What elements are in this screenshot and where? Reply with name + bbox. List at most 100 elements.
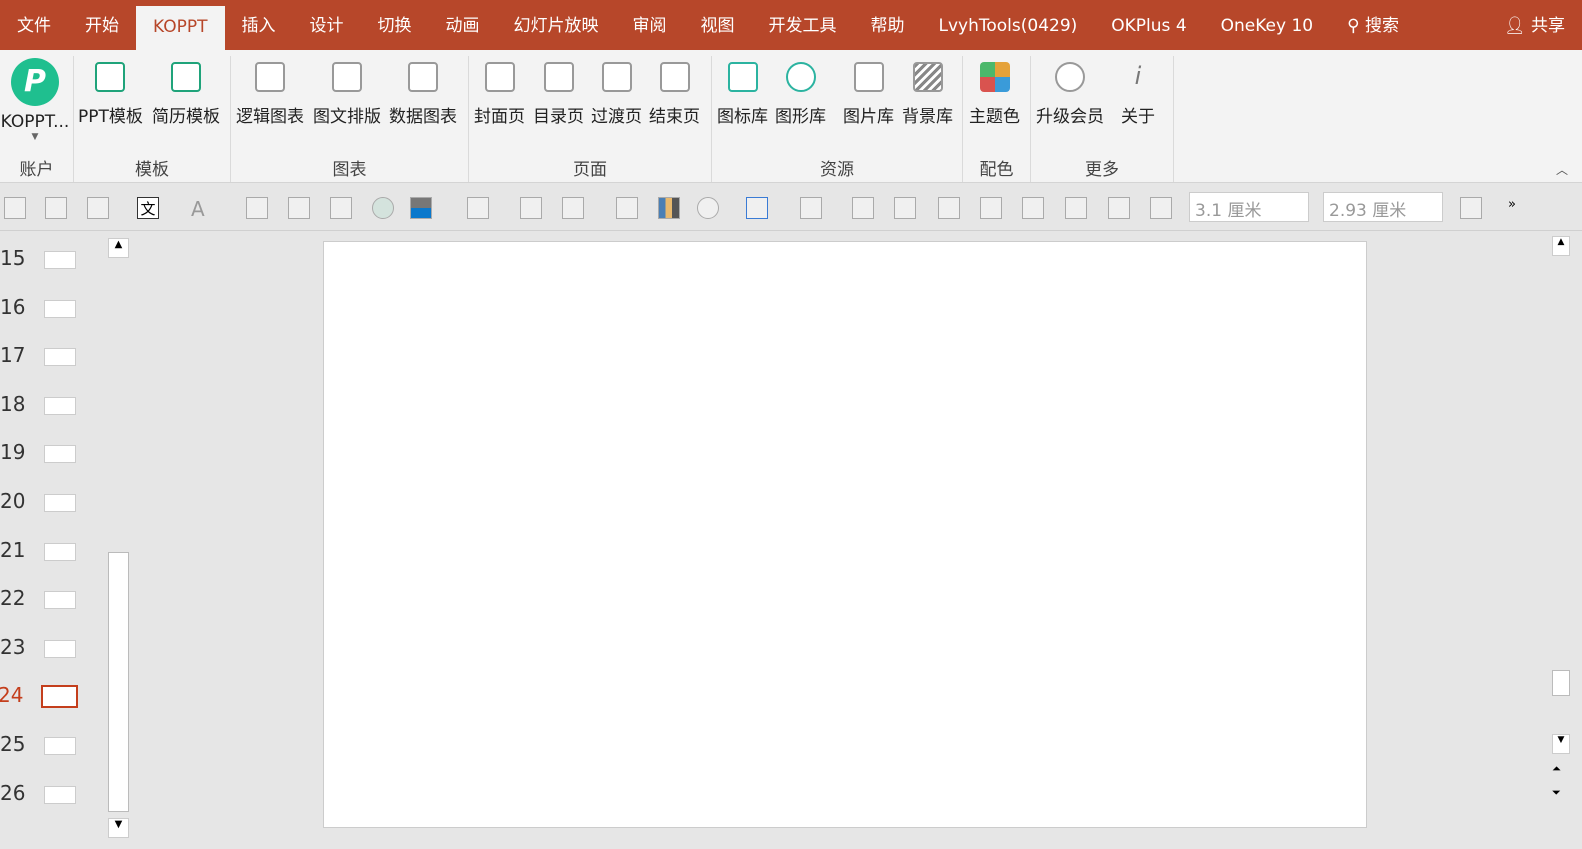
editor-scrollbar[interactable]: ▲ ▼ ⏶ ⏷ bbox=[1552, 236, 1572, 806]
slide-canvas[interactable] bbox=[323, 241, 1367, 828]
ppt-template-button[interactable]: PPT模板 bbox=[78, 62, 143, 127]
crop-icon[interactable] bbox=[330, 197, 352, 219]
koppt-account-button[interactable]: P KOPPT... ▼ bbox=[0, 58, 70, 142]
thumbnail-scrollbar[interactable]: ▲ ▼ bbox=[106, 236, 131, 840]
edit-shape-icon[interactable] bbox=[746, 197, 768, 219]
slide-thumbnail[interactable] bbox=[44, 251, 76, 269]
align-top-icon[interactable] bbox=[1108, 197, 1130, 219]
cover-icon bbox=[484, 62, 515, 92]
search-icon: ⚲ bbox=[1347, 16, 1365, 36]
scroll-down-button[interactable]: ▼ bbox=[108, 818, 129, 838]
layout-button[interactable]: 图文排版 bbox=[313, 62, 381, 127]
paint-bucket-icon[interactable] bbox=[467, 197, 489, 219]
tab-file[interactable]: 文件 bbox=[0, 0, 68, 50]
tab-design[interactable]: 设计 bbox=[293, 0, 361, 50]
slide-thumbnail[interactable] bbox=[44, 785, 76, 804]
slide-thumbnail[interactable] bbox=[44, 737, 76, 755]
logic-chart-button[interactable]: 逻辑图表 bbox=[236, 62, 304, 127]
eyedropper-fill-icon[interactable] bbox=[520, 197, 542, 219]
tab-insert[interactable]: 插入 bbox=[225, 0, 293, 50]
slide-thumbnail[interactable] bbox=[44, 639, 76, 658]
scroll-down-button[interactable]: ▼ bbox=[1552, 734, 1570, 754]
tab-help[interactable]: 帮助 bbox=[854, 0, 922, 50]
ribbon: P KOPPT... ▼ 账户 PPT模板 简历模板 模板 逻辑图表 图文排版 数… bbox=[0, 50, 1582, 183]
text-direction-icon[interactable]: 文 bbox=[137, 197, 159, 219]
scroll-up-button[interactable]: ▲ bbox=[108, 238, 129, 258]
vip-user-icon bbox=[1055, 62, 1085, 92]
slide-number: 18 bbox=[0, 391, 26, 416]
tab-developer[interactable]: 开发工具 bbox=[752, 0, 854, 50]
scroll-thumb[interactable] bbox=[1552, 670, 1570, 696]
align-left-icon[interactable] bbox=[938, 197, 960, 219]
chart-icon[interactable] bbox=[658, 197, 680, 219]
bring-forward-icon[interactable] bbox=[852, 197, 874, 219]
tab-koppt[interactable]: KOPPT bbox=[136, 6, 225, 50]
next-slide-icon[interactable]: ⏷ bbox=[1552, 786, 1561, 800]
eyedropper-line-icon[interactable] bbox=[616, 197, 638, 219]
height-input[interactable]: 2.93 厘米 bbox=[1323, 192, 1443, 222]
tab-view[interactable]: 视图 bbox=[684, 0, 752, 50]
slide-thumbnail[interactable] bbox=[44, 445, 76, 464]
distribute-horizontal-icon[interactable] bbox=[1022, 197, 1044, 219]
background-library-button[interactable]: 背景库 bbox=[902, 62, 953, 127]
more-overflow-icon[interactable]: » bbox=[1508, 197, 1516, 212]
slide-number: 26 bbox=[0, 780, 26, 805]
tab-animations[interactable]: 动画 bbox=[429, 0, 497, 50]
collapse-ribbon-icon[interactable]: ︿ bbox=[1556, 161, 1568, 178]
eyedropper-icon[interactable] bbox=[246, 197, 268, 219]
slide-number: 25 bbox=[0, 732, 26, 756]
slide-thumbnail[interactable] bbox=[44, 348, 76, 367]
merge-shapes-icon[interactable] bbox=[697, 197, 719, 219]
image-library-button[interactable]: 图片库 bbox=[843, 62, 894, 127]
size-dialog-icon[interactable] bbox=[1460, 197, 1482, 219]
align-right-icon[interactable] bbox=[980, 197, 1002, 219]
align-middle-icon[interactable] bbox=[45, 197, 67, 219]
upgrade-vip-button[interactable]: 升级会员 bbox=[1036, 62, 1104, 127]
fill-color-icon[interactable] bbox=[410, 197, 432, 219]
change-picture-icon[interactable] bbox=[288, 197, 310, 219]
icon-library-button[interactable]: 图标库 bbox=[717, 62, 768, 127]
data-chart-button[interactable]: 数据图表 bbox=[389, 62, 457, 127]
slide-thumbnail[interactable] bbox=[44, 299, 76, 318]
share-button[interactable]: 👤︎ 共享 bbox=[1487, 0, 1582, 50]
shape-library-button[interactable]: 图形库 bbox=[775, 62, 826, 127]
send-backward-icon[interactable] bbox=[894, 197, 916, 219]
tab-home[interactable]: 开始 bbox=[68, 0, 136, 50]
slide-thumbnail[interactable] bbox=[44, 542, 76, 561]
tab-onekey[interactable]: OneKey 10 bbox=[1204, 0, 1330, 50]
about-button[interactable]: i 关于 bbox=[1121, 62, 1155, 127]
distribute-vertical-icon[interactable] bbox=[1065, 197, 1087, 219]
slide-thumbnail[interactable] bbox=[44, 396, 76, 415]
tab-review[interactable]: 审阅 bbox=[616, 0, 684, 50]
tab-okplus[interactable]: OKPlus 4 bbox=[1094, 0, 1203, 50]
theme-color-button[interactable]: 主题色 bbox=[969, 62, 1020, 127]
search-button[interactable]: ⚲ 搜索 bbox=[1330, 0, 1416, 50]
end-page-button[interactable]: 结束页 bbox=[649, 62, 700, 127]
font-color-icon[interactable]: A bbox=[191, 197, 213, 221]
tab-slideshow[interactable]: 幻灯片放映 bbox=[497, 0, 616, 50]
tab-transitions[interactable]: 切换 bbox=[361, 0, 429, 50]
resume-template-button[interactable]: 简历模板 bbox=[152, 62, 220, 127]
picture-icon bbox=[853, 62, 884, 92]
slide-thumbnail[interactable] bbox=[44, 494, 76, 512]
ppt-file-icon bbox=[95, 62, 126, 92]
ellipse-icon[interactable] bbox=[372, 197, 394, 219]
tab-lvyhtools[interactable]: LvyhTools(0429) bbox=[922, 0, 1095, 50]
width-input[interactable]: 3.1 厘米 bbox=[1189, 192, 1309, 222]
group-chart: 逻辑图表 图文排版 数据图表 图表 bbox=[231, 56, 469, 182]
align-center-icon[interactable] bbox=[4, 197, 26, 219]
slide-thumbnail[interactable] bbox=[44, 591, 76, 610]
align-bottom-icon[interactable] bbox=[1150, 197, 1172, 219]
previous-slide-icon[interactable]: ⏶ bbox=[1552, 762, 1561, 776]
slide-thumbnail[interactable] bbox=[41, 685, 78, 709]
cover-page-button[interactable]: 封面页 bbox=[474, 62, 525, 127]
user-icon: 👤︎ bbox=[1504, 16, 1531, 36]
transition-page-button[interactable]: 过渡页 bbox=[591, 62, 642, 127]
rotate-icon[interactable] bbox=[800, 197, 822, 219]
textbox-icon[interactable] bbox=[87, 197, 109, 219]
scroll-up-button[interactable]: ▲ bbox=[1552, 236, 1570, 256]
outline-pen-icon[interactable] bbox=[562, 197, 584, 219]
scroll-thumb[interactable] bbox=[108, 552, 129, 812]
toc-page-button[interactable]: 目录页 bbox=[533, 62, 584, 127]
group-template: PPT模板 简历模板 模板 bbox=[74, 56, 231, 182]
